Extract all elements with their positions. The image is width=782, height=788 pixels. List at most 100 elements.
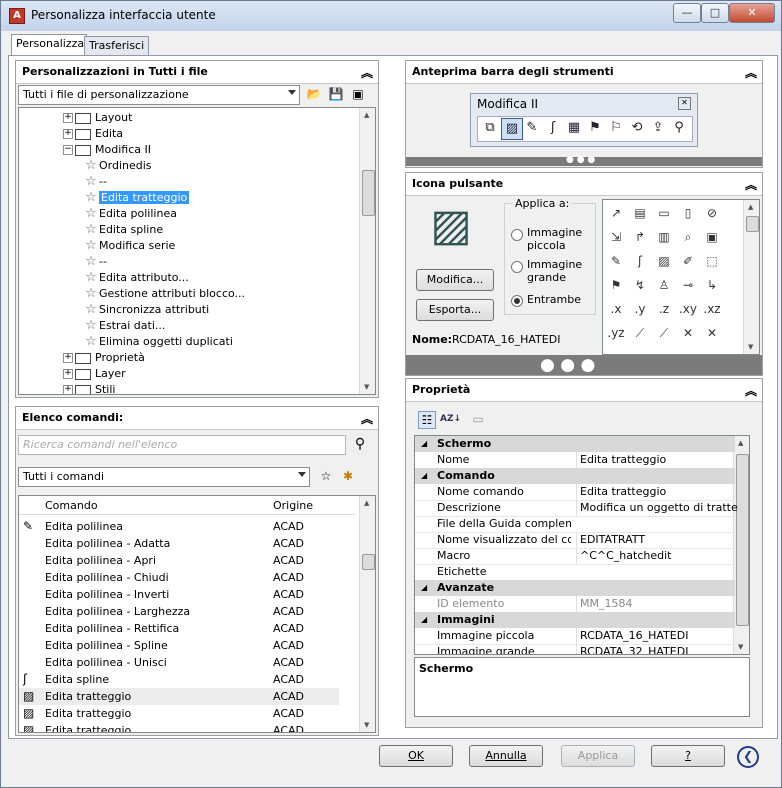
- command-row[interactable]: ✎ Edita polilinea ACAD: [19, 518, 339, 535]
- collapse-icon[interactable]: ︽: [745, 64, 757, 81]
- expand-icon[interactable]: +: [63, 129, 73, 139]
- collapse-icon[interactable]: ︽: [361, 410, 373, 427]
- tab-trasferisci[interactable]: Trasferisci: [84, 36, 149, 55]
- gallery-image-icon[interactable]: ʃ: [629, 250, 651, 272]
- gallery-image-icon[interactable]: ✕: [677, 322, 699, 344]
- properties-header[interactable]: Proprietà ︽: [406, 379, 762, 402]
- gallery-image-icon[interactable]: ⊸: [677, 274, 699, 296]
- collapse-icon[interactable]: ︽: [745, 382, 757, 399]
- gallery-image-icon[interactable]: ▭: [653, 202, 675, 224]
- property-value[interactable]: RCDATA_16_HATEDI: [576, 628, 738, 644]
- splinedit-icon[interactable]: ʃ: [543, 118, 563, 138]
- gallery-image-icon[interactable]: ▣: [701, 226, 723, 248]
- expand-icon[interactable]: +: [63, 113, 73, 123]
- gallery-image-icon[interactable]: .x: [605, 298, 627, 320]
- tab-personalizza[interactable]: Personalizza: [11, 34, 87, 55]
- property-row[interactable]: Immagine piccola RCDATA_16_HATEDI: [415, 628, 735, 645]
- property-row[interactable]: Macro ^C^C_hatchedit: [415, 548, 735, 565]
- button-image-header[interactable]: Icona pulsante ︽: [406, 173, 762, 196]
- open-file-icon[interactable]: 📂: [306, 86, 322, 102]
- collapse-category-icon[interactable]: ◢: [421, 468, 427, 484]
- modify-image-button[interactable]: Modifica...: [416, 269, 494, 291]
- gallery-scrollbar[interactable]: ▲ ▼: [743, 200, 759, 354]
- tree-command-item[interactable]: ☆ Edita polilinea: [83, 206, 177, 222]
- command-search-input[interactable]: Ricerca comandi nell'elenco: [18, 435, 346, 455]
- gallery-image-icon[interactable]: .xz: [701, 298, 723, 320]
- property-value[interactable]: EDITATRATT: [576, 532, 738, 548]
- tree-command-item[interactable]: ☆ Elimina oggetti duplicati: [83, 334, 233, 350]
- gallery-image-icon[interactable]: ↯: [629, 274, 651, 296]
- gallery-image-icon[interactable]: .yz: [605, 322, 627, 344]
- property-row[interactable]: ID elemento MM_1584: [415, 596, 735, 613]
- property-value[interactable]: Edita tratteggio: [576, 452, 738, 468]
- tree-folder-item[interactable]: + Edita: [63, 126, 123, 142]
- command-row[interactable]: Edita polilinea - Larghezza ACAD: [19, 603, 339, 620]
- property-value[interactable]: Edita tratteggio: [576, 484, 738, 500]
- maximize-button[interactable]: □: [701, 3, 729, 23]
- gallery-image-icon[interactable]: ▥: [653, 226, 675, 248]
- splitter-grip[interactable]: ● ● ●: [406, 355, 762, 375]
- minimize-button[interactable]: —: [673, 3, 701, 23]
- property-category[interactable]: ◢ Comando: [415, 468, 735, 484]
- arrayedit-icon[interactable]: ▦: [564, 118, 584, 138]
- property-value[interactable]: RCDATA_32_HATEDI: [576, 644, 738, 654]
- gallery-image-icon[interactable]: .xy: [677, 298, 699, 320]
- collapse-icon[interactable]: ︽: [745, 176, 757, 193]
- radio-small-image[interactable]: Immagine piccola: [511, 226, 591, 254]
- gallery-image-icon[interactable]: ✕: [701, 322, 723, 344]
- find-command-icon[interactable]: ☆: [318, 468, 334, 484]
- property-pages-icon[interactable]: ▭: [470, 411, 486, 427]
- property-row[interactable]: Nome comando Edita tratteggio: [415, 484, 735, 501]
- file-filter-dropdown[interactable]: Tutti i file di personalizzazione: [18, 85, 300, 105]
- property-row[interactable]: File della Guida compleme: [415, 516, 735, 533]
- gallery-image-icon[interactable]: ⟋: [629, 322, 651, 344]
- tree-command-item[interactable]: ☆ Edita spline: [83, 222, 163, 238]
- property-row[interactable]: Descrizione Modifica un oggetto di tratte…: [415, 500, 738, 517]
- customizations-header[interactable]: Personalizzazioni in Tutti i file ︽: [16, 61, 378, 84]
- pedit-icon[interactable]: ✎: [522, 118, 542, 138]
- gallery-image-icon[interactable]: ✎: [605, 250, 627, 272]
- attsync-icon[interactable]: ⟲: [627, 118, 647, 138]
- title-bar[interactable]: A Personalizza interfaccia utente — □ ✕: [1, 1, 781, 31]
- property-row[interactable]: Etichette: [415, 564, 735, 581]
- gallery-image-icon[interactable]: ⌕: [677, 226, 699, 248]
- property-value[interactable]: ^C^C_hatchedit: [576, 548, 738, 564]
- gallery-image-icon[interactable]: ↗: [605, 202, 627, 224]
- tree-folder-item[interactable]: + Layer: [63, 366, 126, 382]
- property-value[interactable]: MM_1584: [576, 596, 738, 612]
- tree-command-item[interactable]: ☆ Sincronizza attributi: [83, 302, 209, 318]
- command-list-header[interactable]: Elenco comandi: ︽: [16, 407, 378, 430]
- gallery-image-icon[interactable]: ⬚: [701, 250, 723, 272]
- command-row[interactable]: ʃ Edita spline ACAD: [19, 671, 339, 688]
- battman-icon[interactable]: ⚐: [606, 118, 626, 138]
- gallery-image-icon[interactable]: ▨: [653, 250, 675, 272]
- search-icon[interactable]: ⚲: [352, 436, 368, 452]
- tree-scrollbar[interactable]: ▲ ▼: [359, 108, 375, 394]
- gallery-image-icon[interactable]: .y: [629, 298, 651, 320]
- new-command-icon[interactable]: ✱: [340, 468, 356, 484]
- help-button[interactable]: ?: [651, 745, 725, 767]
- command-row[interactable]: Edita polilinea - Unisci ACAD: [19, 654, 339, 671]
- property-row[interactable]: Immagine grande RCDATA_32_HATEDI: [415, 644, 738, 654]
- command-row[interactable]: Edita polilinea - Spline ACAD: [19, 637, 339, 654]
- expand-icon[interactable]: +: [63, 385, 73, 394]
- gallery-image-icon[interactable]: ⚑: [605, 274, 627, 296]
- column-origin[interactable]: Origine: [273, 499, 313, 512]
- tree-folder-item[interactable]: − Modifica II: [63, 142, 151, 158]
- radio-both[interactable]: Entrambe: [511, 292, 591, 308]
- command-row[interactable]: ▨ Edita tratteggio ACAD: [19, 688, 339, 705]
- tree-command-item[interactable]: ☆ Ordinedis: [83, 158, 151, 174]
- collapse-dialog-icon[interactable]: ❮: [737, 746, 759, 768]
- command-filter-dropdown[interactable]: Tutti i comandi: [18, 467, 310, 487]
- command-row[interactable]: ▨ Edita tratteggio ACAD: [19, 705, 339, 722]
- command-row[interactable]: Edita polilinea - Rettifica ACAD: [19, 620, 339, 637]
- command-row[interactable]: Edita polilinea - Chiudi ACAD: [19, 569, 339, 586]
- collapse-category-icon[interactable]: ◢: [421, 436, 427, 452]
- tree-scroll-thumb[interactable]: [362, 170, 375, 216]
- command-row[interactable]: Edita polilinea - Adatta ACAD: [19, 535, 339, 552]
- tree-command-item[interactable]: ☆ Edita attributo...: [83, 270, 189, 286]
- tree-command-item[interactable]: ☆ Estrai dati...: [83, 318, 165, 334]
- property-row[interactable]: Nome visualizzato del com EDITATRATT: [415, 532, 735, 549]
- apply-button[interactable]: Applica: [561, 745, 635, 767]
- gallery-image-icon[interactable]: ↱: [629, 226, 651, 248]
